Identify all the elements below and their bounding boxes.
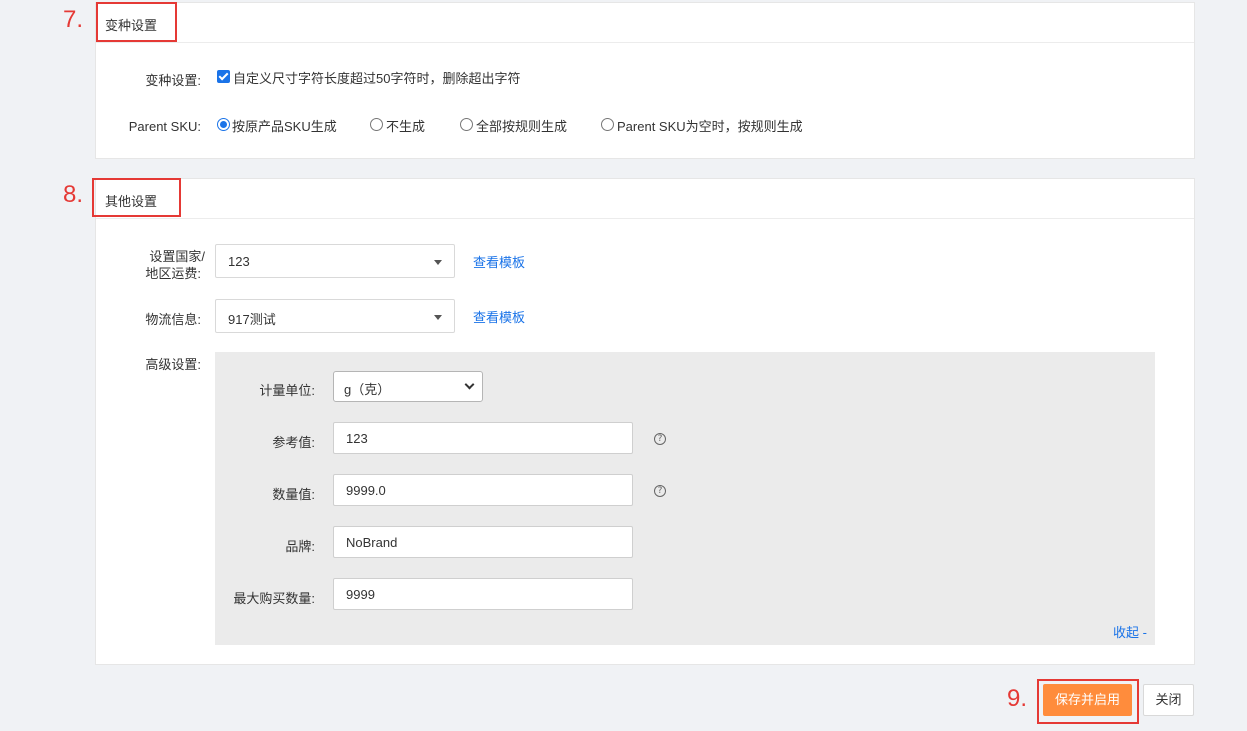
unit-label: 计量单位:	[259, 383, 315, 398]
quantity-value-input[interactable]: 9999.0	[333, 474, 633, 506]
reference-help-icon[interactable]: ?	[654, 433, 666, 445]
advanced-settings-label: 高级设置:	[145, 357, 201, 372]
caret-down-icon	[434, 260, 442, 265]
variant-setting-label: 变种设置:	[145, 73, 201, 88]
reference-value-input[interactable]: 123	[333, 422, 633, 454]
logistics-view-template-link[interactable]: 查看模板	[473, 307, 525, 326]
parent-sku-option-none[interactable]: 不生成	[386, 116, 425, 135]
shipping-template-value: 123	[228, 254, 250, 269]
step-9-annotation: 9.	[1007, 685, 1028, 712]
logistics-value: 917测试	[228, 312, 276, 327]
parent-sku-option-all-rule[interactable]: 全部按规则生成	[476, 116, 567, 135]
parent-sku-option-original[interactable]: 按原产品SKU生成	[232, 116, 337, 135]
reference-value-label: 参考值:	[272, 435, 315, 450]
logistics-select[interactable]: 917测试	[215, 299, 455, 333]
unit-value: g（克）	[344, 382, 391, 397]
max-purchase-value: 9999	[346, 587, 375, 602]
panel-header: 其他设置	[96, 179, 1194, 219]
save-and-enable-button[interactable]: 保存并启用	[1043, 684, 1132, 716]
parent-sku-radio-all-rule[interactable]	[460, 118, 473, 131]
variant-title-highlight-box	[96, 2, 177, 42]
quantity-help-icon[interactable]: ?	[654, 485, 666, 497]
logistics-label: 物流信息:	[145, 312, 201, 327]
parent-sku-option-empty-rule[interactable]: Parent SKU为空时，按规则生成	[617, 116, 803, 135]
step-7-annotation: 7.	[63, 6, 84, 33]
variant-settings-panel: 变种设置 变种设置: 自定义尺寸字符长度超过50字符时，删除超出字符 Paren…	[95, 2, 1195, 159]
caret-down-icon	[434, 315, 442, 320]
shipping-view-template-link[interactable]: 查看模板	[473, 252, 525, 271]
parent-sku-radio-original[interactable]	[217, 118, 230, 131]
parent-sku-radio-none[interactable]	[370, 118, 383, 131]
step-8-annotation: 8.	[63, 181, 84, 208]
other-settings-panel: 其他设置 设置国家/ 地区运费: 123 查看模板 物流信息: 917测试 查看…	[95, 178, 1195, 665]
quantity-value-text: 9999.0	[346, 483, 386, 498]
unit-select[interactable]: g（克）	[333, 371, 483, 402]
other-title-highlight-box	[92, 178, 181, 217]
advanced-settings-area: 计量单位: g（克） 参考值: 123 ? 数量值: 9999.0 ? 品牌: …	[215, 352, 1155, 645]
quantity-value-label: 数量值:	[272, 487, 315, 502]
parent-sku-label: Parent SKU:	[128, 119, 201, 134]
variant-trim-checkbox-label[interactable]: 自定义尺寸字符长度超过50字符时，删除超出字符	[233, 68, 520, 87]
brand-input[interactable]: NoBrand	[333, 526, 633, 558]
parent-sku-radio-empty-rule[interactable]	[601, 118, 614, 131]
reference-value-text: 123	[346, 431, 368, 446]
brand-label: 品牌:	[285, 539, 315, 554]
shipping-template-label-line2: 地区运费:	[145, 266, 201, 281]
max-purchase-label: 最大购买数量:	[233, 591, 315, 606]
shipping-template-select[interactable]: 123	[215, 244, 455, 278]
variant-trim-checkbox[interactable]	[217, 70, 230, 83]
max-purchase-input[interactable]: 9999	[333, 578, 633, 610]
collapse-link[interactable]: 收起 -	[1113, 622, 1147, 641]
brand-value: NoBrand	[346, 535, 398, 550]
chevron-down-icon	[464, 379, 475, 390]
panel-header: 变种设置	[96, 3, 1194, 43]
close-button[interactable]: 关闭	[1143, 684, 1194, 716]
